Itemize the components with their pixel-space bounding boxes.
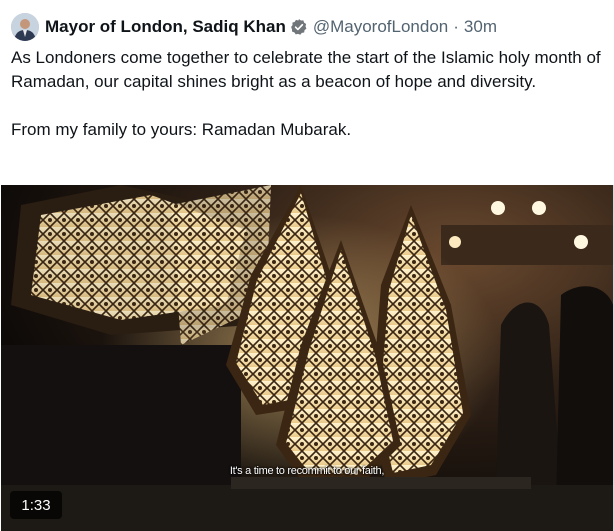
video-duration-badge: 1:33 (10, 491, 62, 519)
video-caption: It's a time to recommit to our faith, (229, 465, 385, 477)
video-frame (1, 185, 613, 531)
tweet-text: As Londoners come together to celebrate … (11, 48, 601, 139)
author-handle[interactable]: @MayorofLondon (313, 17, 448, 37)
video-player[interactable]: It's a time to recommit to our faith, 1:… (1, 185, 613, 531)
avatar[interactable] (11, 13, 39, 41)
verified-badge-icon (290, 18, 308, 36)
separator-dot: · (453, 17, 459, 36)
tweet-header: Mayor of London, Sadiq Khan @MayorofLond… (11, 12, 497, 42)
post-time[interactable]: 30m (464, 17, 497, 37)
author-display-name[interactable]: Mayor of London, Sadiq Khan (45, 17, 286, 37)
